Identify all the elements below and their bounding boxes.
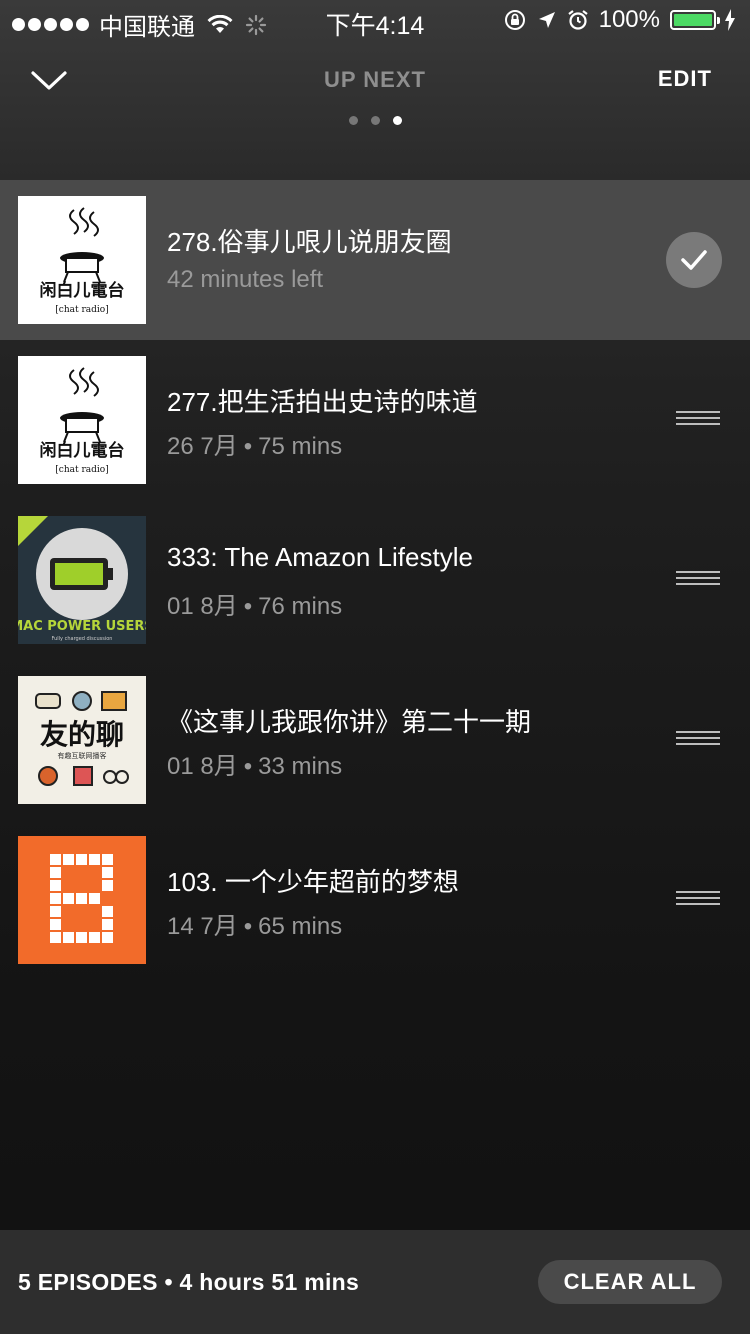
location-arrow-icon [538,12,555,28]
artwork-subtitle-text: [chat radio] [55,305,108,315]
episode-meta: 01 8月 • 33 mins [167,753,343,780]
episode-row[interactable]: 友的聊 有趣互联网播客 《这事儿我跟你讲》第二十一期 01 8月 • 33 mins [0,660,750,820]
artwork-title-text: 友的聊 [40,718,124,751]
page-title: UP NEXT [324,67,426,92]
checkmark-icon [681,250,707,270]
artwork-title-text: 闲白儿電台 [40,440,125,461]
reorder-handle-icon[interactable] [676,571,720,589]
episode-duration: 75 mins [258,433,343,460]
reorder-handle-icon[interactable] [676,891,720,909]
episode-row[interactable]: 闲白儿電台 [chat radio] 277.把生活拍出史诗的味道 26 7月 •… [0,340,750,500]
episode-date: 26 7月 [167,433,238,460]
podcast-artwork [18,836,146,964]
episode-title: 《这事儿我跟你讲》第二十一期 [167,707,532,737]
episode-row-current[interactable]: 闲白儿電台 [chat radio] 278.俗事儿哏儿说朋友圈 42 minu… [0,180,750,340]
episode-date: 14 7月 [167,913,238,940]
podcast-artwork: 友的聊 有趣互联网播客 [18,676,146,804]
podcast-artwork: 闲白儿電台 [chat radio] [18,356,146,484]
queue-summary: 5 EPISODES • 4 hours 51 mins [18,1269,360,1295]
podcast-artwork: 闲白儿電台 [chat radio] [18,196,146,324]
header: UP NEXT EDIT [0,40,750,180]
artwork-title-text: MAC POWER USERS [18,619,146,634]
page-dot [370,116,380,125]
orientation-lock-icon [504,10,525,30]
episode-date: 01 8月 [167,753,238,780]
episode-title: 278.俗事儿哏儿说朋友圈 [167,227,452,257]
status-bar: 中国联通 下午4:14 100% [0,0,750,41]
artwork-subtitle-text: [chat radio] [55,465,108,475]
episode-title: 277.把生活拍出史诗的味道 [167,387,478,417]
episode-list: 闲白儿電台 [chat radio] 278.俗事儿哏儿说朋友圈 42 minu… [0,180,750,980]
episode-row[interactable]: 103. 一个少年超前的梦想 14 7月 • 65 mins [0,820,750,980]
artwork-title-text: 闲白儿電台 [40,280,125,301]
battery-icon [670,10,720,30]
footer-bar: 5 EPISODES • 4 hours 51 mins CLEAR ALL [0,1230,750,1334]
artwork-subtitle-text: 有趣互联网播客 [58,751,107,760]
episode-meta: 01 8月 • 76 mins [167,593,343,620]
page-dot [348,116,358,125]
episode-date: 01 8月 [167,593,238,620]
reorder-handle-icon[interactable] [676,411,720,429]
episode-duration: 65 mins [258,913,343,940]
charging-bolt-icon [725,9,735,31]
reorder-handle-icon[interactable] [676,731,720,749]
episode-meta: 26 7月 • 75 mins [167,433,343,460]
alarm-icon [567,10,588,30]
episode-duration: 33 mins [258,753,343,780]
page-indicator[interactable] [0,116,750,125]
episode-title: 333: The Amazon Lifestyle [167,542,473,572]
episode-duration: 76 mins [258,593,343,620]
clear-all-button[interactable]: CLEAR ALL [538,1260,722,1304]
edit-button[interactable]: EDIT [658,66,712,92]
episode-meta: 14 7月 • 65 mins [167,913,343,940]
battery-percent: 100% [598,6,660,33]
artwork-subtitle-text: Fully charged discussion [52,636,113,642]
mark-played-button[interactable] [666,232,722,288]
page-dot-active [392,116,402,125]
episode-title: 103. 一个少年超前的梦想 [167,867,459,897]
episode-row[interactable]: MAC POWER USERS Fully charged discussion… [0,500,750,660]
podcast-artwork: MAC POWER USERS Fully charged discussion [18,516,146,644]
episode-time-left: 42 minutes left [167,266,324,293]
